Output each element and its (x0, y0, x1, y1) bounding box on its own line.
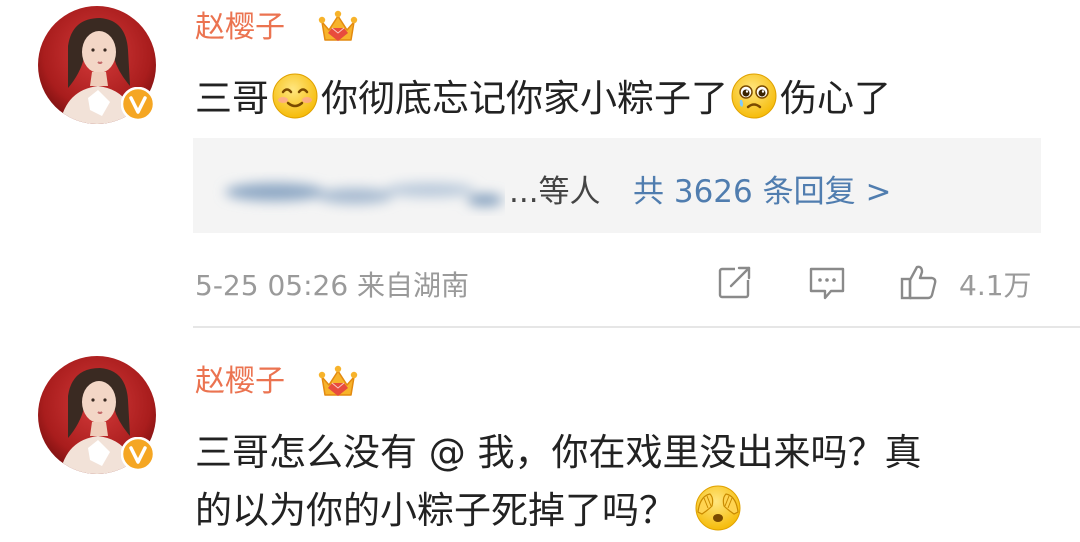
comment-text: 三哥 你彻底忘记你家小粽子了 伤心了 (195, 68, 891, 122)
comment-text-part: 你彻底忘记你家小粽子了 (321, 77, 728, 120)
view-all-replies-link[interactable]: 共 3626 条回复 > (633, 166, 891, 211)
reply-others-text: ...等人 (509, 174, 601, 210)
blurred-usernames (225, 183, 503, 206)
comment-text-line: 三哥怎么没有 @ 我，你在戏里没出来吗？真 (195, 431, 922, 474)
comment-item: 赵樱子 三哥怎么没有 @ 我，你在戏里没出来吗？真 的以为你的小粽子死掉了吗？ (0, 330, 1080, 542)
verified-v-icon (121, 87, 155, 121)
sad-teary-emoji (731, 73, 777, 119)
verified-v-icon (121, 437, 155, 471)
username[interactable]: 赵樱子 (195, 364, 285, 400)
comment-icon[interactable] (807, 262, 847, 302)
crown-member-icon[interactable] (317, 363, 359, 401)
share-icon[interactable] (715, 262, 755, 302)
smile-emoji (272, 73, 318, 119)
timestamp-source: 5-25 05:26 来自湖南 (195, 269, 470, 302)
comment-text-part: 伤心了 (780, 77, 891, 120)
comment-divider (193, 326, 1080, 328)
like-icon[interactable] (899, 262, 939, 302)
comment-item: 赵樱子 三哥 你彻底忘记你家小粽子了 伤心了 ...等人 共 3626 条回复 … (0, 0, 1080, 328)
user-avatar[interactable] (38, 356, 156, 474)
comment-meta: 5-25 05:26 来自湖南 4.1万 (195, 262, 1045, 302)
comment-text-part: 的以为你的小粽子死掉了吗？ (195, 489, 676, 532)
user-avatar[interactable] (38, 6, 156, 124)
comment-text-part: 三哥 (195, 77, 269, 120)
like-count: 4.1万 (959, 269, 1032, 302)
username[interactable]: 赵樱子 (195, 10, 285, 46)
crown-member-icon[interactable] (317, 8, 359, 46)
comment-text-line-2: 的以为你的小粽子死掉了吗？ (195, 480, 744, 534)
reply-preview[interactable]: ...等人 共 3626 条回复 > (193, 138, 1041, 233)
cover-face-emoji (695, 485, 741, 531)
